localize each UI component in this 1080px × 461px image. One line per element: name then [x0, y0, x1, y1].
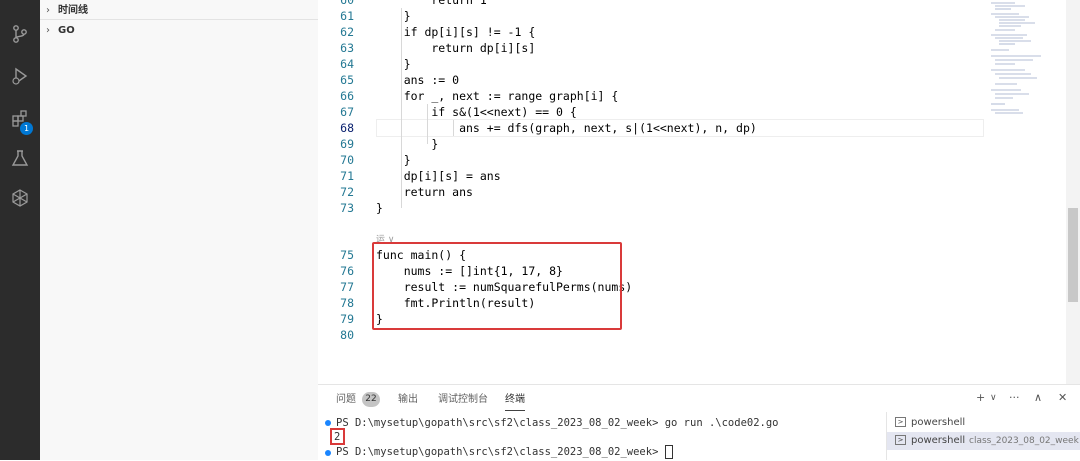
terminal-icon: > — [895, 417, 906, 427]
terminal-list: > powershell > powershell class_2023_08_… — [886, 412, 1080, 460]
code-line: 73} — [340, 201, 383, 215]
code-line: 72 return ans — [340, 185, 473, 199]
tab-output[interactable]: 输出 — [398, 392, 418, 408]
editor-scrollbar-thumb[interactable] — [1068, 208, 1078, 302]
code-line: 61 } — [340, 9, 411, 23]
code-line: 69 } — [340, 137, 439, 151]
code-line: 70 } — [340, 153, 411, 167]
go-tools-icon[interactable] — [0, 178, 40, 218]
code-line: 66 for _, next := range graph[i] { — [340, 89, 619, 103]
tab-terminal[interactable]: 终端 — [505, 392, 525, 408]
terminal-icon: > — [895, 435, 906, 445]
code-line: 62 if dp[i][s] != -1 { — [340, 25, 536, 39]
active-tab-indicator — [505, 410, 525, 411]
chevron-right-icon: › — [46, 25, 50, 36]
close-panel-button[interactable]: ✕ — [1058, 390, 1067, 406]
code-line: 65 ans := 0 — [340, 73, 460, 87]
terminal-command-line: PS D:\mysetup\gopath\src\sf2\class_2023_… — [336, 417, 779, 429]
chevron-right-icon: › — [46, 5, 50, 16]
run-debug-icon[interactable] — [0, 56, 40, 96]
code-line-current: 68 ans += dfs(graph, next, s|(1<<next), … — [340, 121, 757, 135]
command-status-dot — [325, 420, 331, 426]
sidebar-section-timeline[interactable]: › 时间线 — [40, 1, 318, 21]
code-line: 67 if s&(1<<next) == 0 { — [340, 105, 577, 119]
sidebar-section-label: 时间线 — [58, 5, 88, 16]
sidebar-section-go[interactable]: › GO — [40, 21, 318, 41]
code-line: 63 return dp[i][s] — [340, 41, 536, 55]
main-function-highlight-box — [372, 242, 622, 330]
more-actions-button[interactable]: ··· — [1009, 390, 1020, 406]
new-terminal-button[interactable]: + — [976, 390, 985, 406]
source-control-icon[interactable] — [0, 14, 40, 54]
extensions-badge: 1 — [20, 122, 33, 135]
minimap[interactable] — [985, 0, 1065, 120]
testing-flask-icon[interactable] — [0, 138, 40, 178]
tab-problems[interactable]: 问题 — [336, 392, 356, 408]
command-status-dot — [325, 450, 331, 456]
sidebar-section-label: GO — [58, 25, 75, 36]
code-line: 71 dp[i][s] = ans — [340, 169, 501, 183]
editor-scrollbar[interactable] — [1066, 0, 1080, 384]
terminal-cursor — [664, 445, 673, 459]
terminal-list-item-active[interactable]: > powershell class_2023_08_02_week — [887, 432, 1080, 450]
sidebar: › 时间线 › GO — [40, 0, 319, 460]
extensions-icon[interactable]: 1 — [0, 98, 40, 138]
activity-bar: 1 — [0, 0, 40, 460]
code-line: 60 return 1 — [340, 0, 487, 7]
terminal-list-item[interactable]: > powershell — [887, 414, 1080, 432]
problems-count-badge: 22 — [362, 392, 380, 407]
output-highlight-box — [330, 428, 345, 445]
maximize-panel-button[interactable]: ∧ — [1034, 390, 1042, 406]
terminal-prompt-line[interactable]: PS D:\mysetup\gopath\src\sf2\class_2023_… — [336, 444, 673, 460]
code-line: 64 } — [340, 57, 411, 71]
tab-debug-console[interactable]: 调试控制台 — [438, 392, 488, 408]
terminal-dropdown-button[interactable]: ∨ — [990, 390, 997, 406]
sidebar-divider — [40, 19, 318, 20]
